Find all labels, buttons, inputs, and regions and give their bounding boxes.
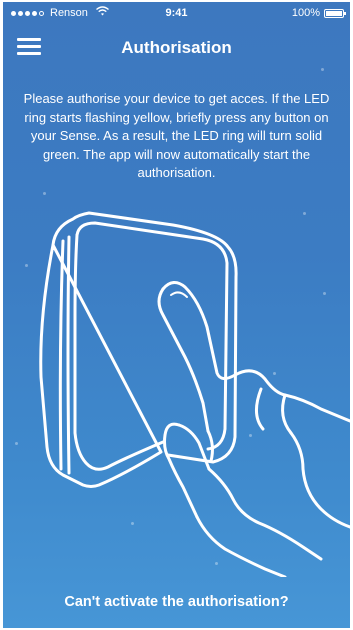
battery-icon: [324, 8, 346, 18]
battery-indicator: 100%: [291, 2, 346, 24]
hand-pressing-device-illustration: [39, 211, 350, 577]
battery-percent: 100%: [291, 7, 320, 19]
battery-fill: [326, 10, 342, 16]
authorisation-screen: Renson 9:41 100% Authorisation Please au…: [3, 2, 350, 628]
instructions-text: Please authorise your device to get acce…: [23, 91, 330, 180]
page-title: Authorisation: [121, 38, 232, 57]
cant-activate-authorisation-link[interactable]: Can't activate the authorisation?: [3, 594, 350, 610]
sparkle: [43, 192, 46, 195]
navigation-bar: Authorisation: [3, 24, 350, 72]
status-bar: Renson 9:41 100%: [3, 2, 350, 24]
